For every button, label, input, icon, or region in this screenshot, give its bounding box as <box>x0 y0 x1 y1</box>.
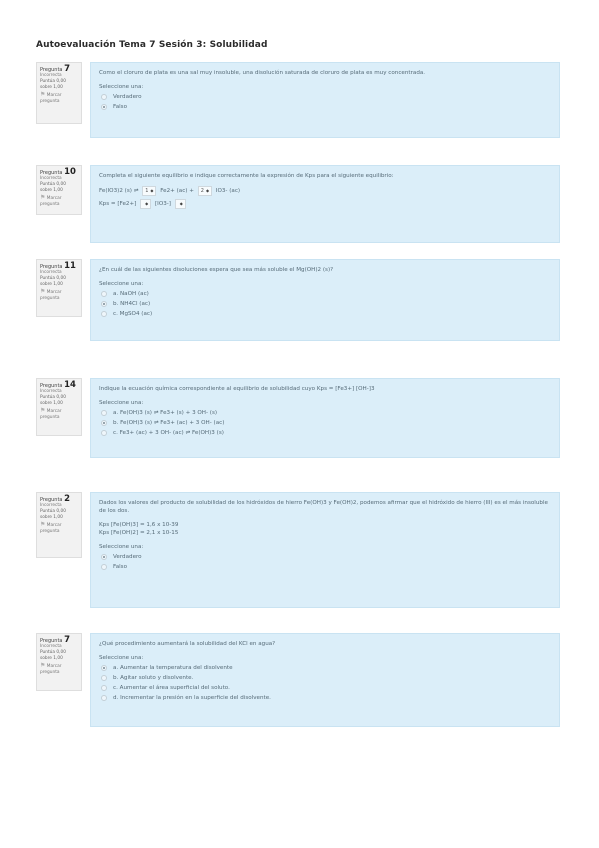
question-info: Pregunta 2 Incorrecta Puntúa 0,00 sobre … <box>36 492 82 558</box>
question-text: Como el cloruro de plata es una sal muy … <box>99 70 426 76</box>
flag-icon: ⚑ <box>40 521 46 528</box>
question-number: 7 <box>64 64 71 74</box>
coefficient-select[interactable]: 2 ◆ <box>197 186 213 196</box>
question-number: 7 <box>64 635 71 645</box>
question-score: Puntúa 0,00 sobre 1,00 <box>40 182 66 193</box>
coefficient-select[interactable]: 1 ◆ <box>142 186 157 196</box>
question-content: Indique la ecuación química correspondie… <box>90 378 560 458</box>
kps-value: Kps [Fe(OH)3] = 1,6 x 10-39 <box>99 522 179 528</box>
radio-button[interactable] <box>101 94 107 100</box>
question-text: ¿En cuál de las siguientes disoluciones … <box>99 267 334 273</box>
question-content: Completa el siguiente equilibrio e indiq… <box>90 165 560 243</box>
question-text: Indique la ecuación química correspondie… <box>99 386 375 392</box>
radio-button[interactable] <box>101 685 107 691</box>
answer-prompt: Seleccione una: <box>99 544 144 550</box>
chevron-down-icon: ◆ <box>150 188 154 193</box>
question-info: Pregunta 14 Incorrecta Puntúa 0,00 sobre… <box>36 378 82 436</box>
answer-option[interactable]: Verdadero <box>99 552 551 562</box>
chevron-down-icon: ◆ <box>179 201 183 206</box>
chevron-down-icon: ◆ <box>145 201 149 206</box>
question-content: Como el cloruro de plata es una sal muy … <box>90 62 560 138</box>
answer-option[interactable]: d. Incrementar la presión en la superfic… <box>99 693 551 703</box>
question-info: Pregunta 7 Incorrecta Puntúa 0,00 sobre … <box>36 633 82 691</box>
question-content: ¿Qué procedimiento aumentará la solubili… <box>90 633 560 727</box>
exponent-select[interactable]: ◆ <box>174 199 186 209</box>
flag-icon: ⚑ <box>40 194 46 201</box>
radio-button[interactable] <box>101 410 107 416</box>
answer-option[interactable]: a. Aumentar la temperatura del disolvent… <box>99 663 551 673</box>
radio-button[interactable] <box>101 104 107 110</box>
flag-question-link[interactable]: ⚑ Marcar pregunta <box>40 92 78 105</box>
flag-question-link[interactable]: ⚑ Marcar pregunta <box>40 522 78 535</box>
answer-prompt: Seleccione una: <box>99 281 144 287</box>
question-text: ¿Qué procedimiento aumentará la solubili… <box>99 641 276 647</box>
question-content: Dados los valores del producto de solubi… <box>90 492 560 608</box>
equation-row: Fe(IO3)2 (s) ⇌ 1 ◆ Fe2+ (ac) + 2 ◆ IO3- (a… <box>99 186 241 196</box>
question-info: Pregunta 11 Incorrecta Puntúa 0,00 sobre… <box>36 259 82 317</box>
question-number: 10 <box>64 167 76 177</box>
radio-button[interactable] <box>101 665 107 671</box>
exponent-select[interactable]: ◆ <box>140 199 152 209</box>
flag-icon: ⚑ <box>40 288 46 295</box>
question-number: 2 <box>64 494 71 504</box>
kps-value: Kps [Fe(OH)2] = 2,1 x 10-15 <box>99 530 179 536</box>
answer-option[interactable]: a. NaOH (ac) <box>99 289 551 299</box>
chevron-down-icon: ◆ <box>205 188 210 193</box>
radio-button[interactable] <box>101 675 107 681</box>
answer-option[interactable]: a. Fe(OH)3 (s) ⇌ Fe3+ (s) + 3 OH- (s) <box>99 408 551 418</box>
radio-button[interactable] <box>101 301 107 307</box>
radio-button[interactable] <box>101 554 107 560</box>
question-info: Pregunta 7 Incorrecta Puntúa 0,00 sobre … <box>36 62 82 124</box>
question-score: Puntúa 0,00 sobre 1,00 <box>40 509 66 520</box>
answer-option[interactable]: Verdadero <box>99 92 551 102</box>
page-title: Autoevaluación Tema 7 Sesión 3: Solubili… <box>36 40 268 50</box>
question-score: Puntúa 0,00 sobre 1,00 <box>40 395 66 406</box>
question-score: Puntúa 0,00 sobre 1,00 <box>40 276 66 287</box>
answer-option[interactable]: c. Aumentar el área superficial del solu… <box>99 683 551 693</box>
answer-option[interactable]: c. Fe3+ (ac) + 3 OH- (ac) ⇌ Fe(OH)3 (s) <box>99 428 551 438</box>
question-text: Dados los valores del producto de solubi… <box>99 500 548 514</box>
radio-button[interactable] <box>101 564 107 570</box>
answer-option[interactable]: c. MgSO4 (ac) <box>99 309 551 319</box>
flag-icon: ⚑ <box>40 407 46 414</box>
question-info: Pregunta 10 Incorrecta Puntúa 0,00 sobre… <box>36 165 82 215</box>
flag-icon: ⚑ <box>40 91 46 98</box>
question-number: 11 <box>64 261 76 271</box>
answer-option[interactable]: b. Agitar soluto y disolvente. <box>99 673 551 683</box>
answer-option[interactable]: b. Fe(OH)3 (s) ⇌ Fe3+ (ac) + 3 OH- (ac) <box>99 418 551 428</box>
answer-option[interactable]: Falso <box>99 562 551 572</box>
answer-option[interactable]: b. NH4Cl (ac) <box>99 299 551 309</box>
answer-prompt: Seleccione una: <box>99 655 144 661</box>
question-number: 14 <box>64 380 76 390</box>
flag-icon: ⚑ <box>40 662 46 669</box>
flag-question-link[interactable]: ⚑ Marcar pregunta <box>40 195 78 208</box>
answer-option[interactable]: Falso <box>99 102 551 112</box>
radio-button[interactable] <box>101 311 107 317</box>
flag-question-link[interactable]: ⚑ Marcar pregunta <box>40 408 78 421</box>
radio-button[interactable] <box>101 695 107 701</box>
question-score: Puntúa 0,00 sobre 1,00 <box>40 650 66 661</box>
answer-prompt: Seleccione una: <box>99 400 144 406</box>
flag-question-link[interactable]: ⚑ Marcar pregunta <box>40 289 78 302</box>
radio-button[interactable] <box>101 420 107 426</box>
radio-button[interactable] <box>101 430 107 436</box>
radio-button[interactable] <box>101 291 107 297</box>
flag-question-link[interactable]: ⚑ Marcar pregunta <box>40 663 78 676</box>
answer-prompt: Seleccione una: <box>99 84 144 90</box>
question-score: Puntúa 0,00 sobre 1,00 <box>40 79 66 90</box>
question-text: Completa el siguiente equilibrio e indiq… <box>99 173 394 179</box>
kps-row: Kps = [Fe2+] ◆ [IO3-] ◆ <box>99 199 551 209</box>
question-content: ¿En cuál de las siguientes disoluciones … <box>90 259 560 341</box>
